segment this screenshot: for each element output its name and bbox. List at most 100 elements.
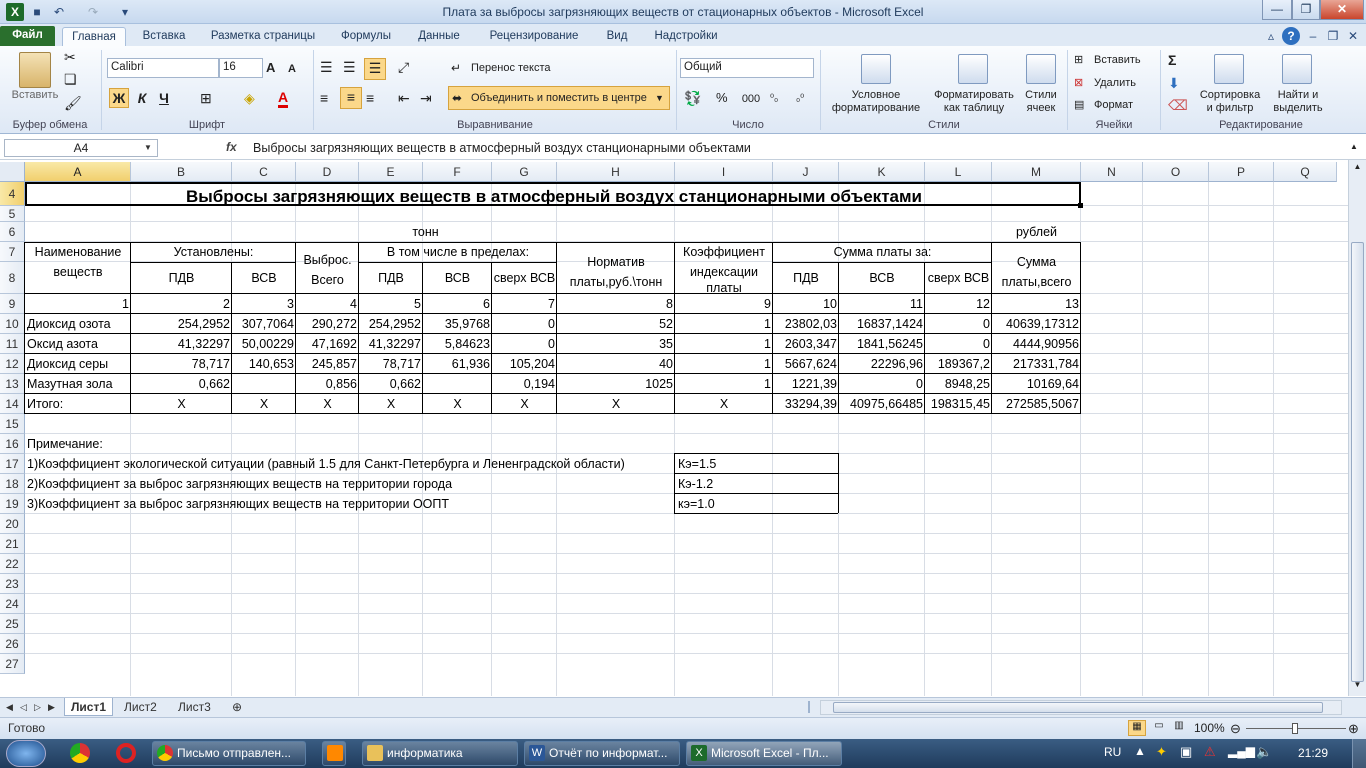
workbook-minimize-icon[interactable]: – <box>1304 27 1322 45</box>
italic-button[interactable]: К <box>133 89 151 107</box>
data-cell[interactable]: 0 <box>492 334 557 354</box>
thousands-button[interactable]: 000 <box>740 90 762 108</box>
zoom-out-icon[interactable]: ⊖ <box>1230 721 1241 737</box>
column-header-g[interactable]: G <box>492 162 557 182</box>
row-header-16[interactable]: 16 <box>0 434 25 454</box>
sheet-title[interactable]: Выбросы загрязняющих веществ в атмосферн… <box>26 184 1082 214</box>
cell-styles-label2[interactable]: ячеек <box>1018 102 1064 114</box>
data-cell[interactable]: 1841,56245 <box>839 334 925 354</box>
column-number[interactable]: 9 <box>675 294 773 314</box>
data-cell[interactable]: 10169,64 <box>992 374 1081 394</box>
format-painter-icon[interactable]: 🖌 <box>64 94 82 112</box>
column-header-d[interactable]: D <box>296 162 359 182</box>
scroll-up-icon[interactable]: ▲ <box>1351 162 1364 176</box>
data-cell[interactable]: 272585,5067 <box>992 394 1081 414</box>
header-established[interactable]: Установлены: <box>131 242 296 262</box>
sheet-tab-1[interactable]: Лист1 <box>64 698 114 716</box>
normal-view-icon[interactable]: ▦ <box>1128 720 1146 736</box>
row-header-19[interactable]: 19 <box>0 494 25 514</box>
merge-center-button[interactable]: ⬌ Объединить и поместить в центре ▼ <box>448 86 670 110</box>
sort-filter-label2[interactable]: и фильтр <box>1196 102 1264 114</box>
data-cell[interactable]: 40639,17312 <box>992 314 1081 334</box>
data-cell[interactable]: 0,856 <box>296 374 359 394</box>
data-cell[interactable]: 61,936 <box>423 354 492 374</box>
data-cell[interactable]: 0,662 <box>131 374 232 394</box>
note-text[interactable]: 3)Коэффициент за выброс загрязняющих вещ… <box>25 494 449 514</box>
percent-button[interactable]: % <box>716 89 728 107</box>
column-number[interactable]: 7 <box>492 294 557 314</box>
tab-review[interactable]: Рецензирование <box>478 27 590 46</box>
header-within-limits[interactable]: В том числе в пределах: <box>359 242 557 262</box>
align-top-icon[interactable]: ☰ <box>320 58 333 76</box>
data-cell[interactable]: 198315,45 <box>925 394 992 414</box>
column-header-h[interactable]: H <box>557 162 675 182</box>
data-cell[interactable]: 1 <box>675 314 773 334</box>
column-number[interactable]: 11 <box>839 294 925 314</box>
ribbon-minimize-icon[interactable]: ▵ <box>1262 27 1280 45</box>
header-within-vsv[interactable]: ВСВ <box>423 262 492 294</box>
column-header-b[interactable]: B <box>131 162 232 182</box>
data-cell[interactable]: 22296,96 <box>839 354 925 374</box>
substance-name[interactable]: Мазутная зола <box>25 374 131 394</box>
column-header-e[interactable]: E <box>359 162 423 182</box>
data-cell[interactable]: 4444,90956 <box>992 334 1081 354</box>
grow-font-icon[interactable]: A <box>266 59 275 77</box>
data-cell[interactable]: 1025 <box>557 374 675 394</box>
select-all-corner[interactable] <box>0 162 25 182</box>
signal-icon[interactable]: ▂▄▆ <box>1228 744 1255 758</box>
font-size-dropdown[interactable]: 16 <box>219 58 263 78</box>
tab-addins[interactable]: Надстройки <box>644 27 728 46</box>
column-header-o[interactable]: O <box>1143 162 1209 182</box>
language-indicator[interactable]: RU <box>1104 745 1121 759</box>
format-cells-icon[interactable]: ▤ <box>1074 96 1084 114</box>
column-number[interactable]: 4 <box>296 294 359 314</box>
align-left-icon[interactable]: ≡ <box>320 89 328 107</box>
unit-tons[interactable]: тонн <box>359 222 492 242</box>
data-cell[interactable]: 78,717 <box>359 354 423 374</box>
taskbar-item-excel[interactable]: X Microsoft Excel - Пл... <box>686 741 842 766</box>
column-number[interactable]: 5 <box>359 294 423 314</box>
data-cell[interactable]: 50,00229 <box>232 334 296 354</box>
vertical-scrollbar[interactable]: ▲ ▼ <box>1348 160 1366 696</box>
column-header-a[interactable]: A <box>25 162 131 182</box>
start-button[interactable] <box>6 740 46 767</box>
column-number[interactable]: 8 <box>557 294 675 314</box>
data-cell[interactable]: 33294,39 <box>773 394 839 414</box>
horizontal-scrollbar[interactable] <box>820 700 1342 715</box>
note-title[interactable]: Примечание: <box>25 434 131 454</box>
column-number[interactable]: 3 <box>232 294 296 314</box>
delete-cells-icon[interactable]: ⊠ <box>1074 74 1083 92</box>
data-cell[interactable] <box>423 374 492 394</box>
column-header-p[interactable]: P <box>1209 162 1274 182</box>
row-header-9[interactable]: 9 <box>0 294 25 314</box>
h-scroll-thumb[interactable] <box>833 702 1323 713</box>
taskbar-item-word[interactable]: W Отчёт по информат... <box>524 741 680 766</box>
cell-styles-label1[interactable]: Стили <box>1018 89 1064 101</box>
substance-name[interactable]: Итого: <box>25 394 131 414</box>
page-layout-view-icon[interactable]: ▭ <box>1150 720 1168 736</box>
data-cell[interactable]: X <box>232 394 296 414</box>
header-sum-vsv[interactable]: ВСВ <box>839 262 925 294</box>
tray-alert-icon[interactable]: ⚠ <box>1204 744 1216 760</box>
formula-input[interactable]: Выбросы загрязняющих веществ в атмосферн… <box>253 141 751 155</box>
data-cell[interactable]: X <box>423 394 492 414</box>
row-header-22[interactable]: 22 <box>0 554 25 574</box>
fill-icon[interactable]: ⬇ <box>1168 74 1180 92</box>
scroll-down-icon[interactable]: ▼ <box>1351 680 1364 694</box>
insert-function-icon[interactable]: fx <box>226 140 237 154</box>
data-cell[interactable]: 52 <box>557 314 675 334</box>
sheet-tab-3[interactable]: Лист3 <box>172 698 217 716</box>
align-middle-icon[interactable]: ☰ <box>343 58 356 76</box>
chevron-down-icon[interactable]: ▼ <box>655 89 664 107</box>
format-as-table-label1[interactable]: Форматировать <box>928 89 1020 101</box>
data-cell[interactable]: X <box>296 394 359 414</box>
column-number[interactable]: 2 <box>131 294 232 314</box>
data-cell[interactable]: 5,84623 <box>423 334 492 354</box>
align-right-icon[interactable]: ≡ <box>366 89 374 107</box>
header-coef-line2[interactable]: индексации <box>675 262 773 282</box>
increase-indent-icon[interactable]: ⇥ <box>420 89 432 107</box>
tab-home[interactable]: Главная <box>62 27 126 46</box>
unit-rubles[interactable]: рублей <box>992 222 1081 242</box>
wrap-text-icon[interactable]: ↵ <box>451 59 461 77</box>
data-cell[interactable]: 23802,03 <box>773 314 839 334</box>
